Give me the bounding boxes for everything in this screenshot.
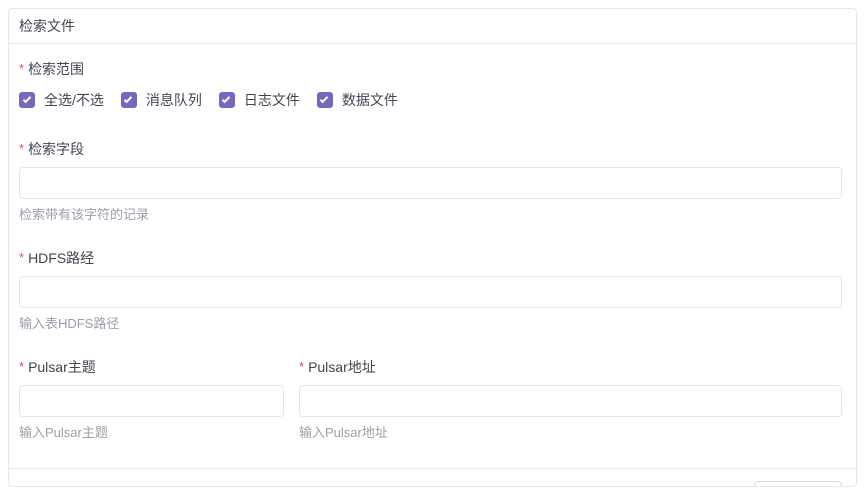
scope-checkbox-group: 全选/不选 消息队列 日志文件 数据文件 [19, 92, 842, 108]
form-item-pulsar-address: * Pulsar地址 输入Pulsar地址 [299, 359, 842, 440]
submit-task-button[interactable]: 提交任务 [754, 481, 842, 487]
required-mark: * [19, 358, 24, 375]
hdfs-path-label: HDFS路经 [28, 250, 94, 267]
checkmark-icon [222, 94, 230, 102]
checkbox-checked-icon [19, 92, 35, 108]
card-footer: 提交任务 [9, 468, 856, 487]
pulsar-address-hint: 输入Pulsar地址 [299, 425, 842, 440]
search-field-label: 检索字段 [28, 141, 84, 158]
form-item-hdfs-path: * HDFS路经 输入表HDFS路径 [19, 250, 842, 331]
checkbox-message-queue[interactable]: 消息队列 [121, 92, 202, 108]
form-item-pulsar-topic: * Pulsar主题 输入Pulsar主题 [19, 359, 284, 440]
required-mark: * [19, 249, 24, 266]
search-files-card: 检索文件 * 检索范围 全选/不选 消息队列 日志文件 [8, 8, 857, 487]
checkbox-label: 数据文件 [342, 92, 398, 108]
checkbox-checked-icon [317, 92, 333, 108]
search-field-hint: 检索带有该字符的记录 [19, 207, 842, 222]
pulsar-topic-label-row: * Pulsar主题 [19, 359, 284, 376]
required-mark: * [19, 140, 24, 157]
form-body: * 检索范围 全选/不选 消息队列 日志文件 数据文件 [9, 44, 856, 468]
checkbox-label: 日志文件 [244, 92, 300, 108]
pulsar-topic-input[interactable] [19, 385, 284, 417]
checkmark-icon [320, 94, 328, 102]
pulsar-address-label-row: * Pulsar地址 [299, 359, 842, 376]
scope-label: 检索范围 [28, 61, 84, 78]
hdfs-path-input[interactable] [19, 276, 842, 308]
pulsar-address-input[interactable] [299, 385, 842, 417]
hdfs-path-label-row: * HDFS路经 [19, 250, 842, 267]
pulsar-topic-label: Pulsar主题 [28, 359, 96, 376]
scope-label-row: * 检索范围 [19, 61, 842, 78]
form-item-search-field: * 检索字段 检索带有该字符的记录 [19, 141, 842, 222]
checkmark-icon [22, 94, 30, 102]
checkbox-select-all[interactable]: 全选/不选 [19, 92, 104, 108]
checkbox-checked-icon [219, 92, 235, 108]
form-item-scope: * 检索范围 全选/不选 消息队列 日志文件 数据文件 [19, 61, 842, 108]
pulsar-row: * Pulsar主题 输入Pulsar主题 * Pulsar地址 输入Pulsa… [19, 359, 842, 468]
page-title: 检索文件 [19, 18, 75, 34]
search-field-label-row: * 检索字段 [19, 141, 842, 158]
card-header: 检索文件 [9, 9, 856, 44]
pulsar-address-label: Pulsar地址 [308, 359, 376, 376]
search-field-input[interactable] [19, 167, 842, 199]
checkbox-log-file[interactable]: 日志文件 [219, 92, 300, 108]
required-mark: * [19, 60, 24, 77]
hdfs-path-hint: 输入表HDFS路径 [19, 316, 842, 331]
pulsar-topic-hint: 输入Pulsar主题 [19, 425, 284, 440]
checkbox-checked-icon [121, 92, 137, 108]
checkbox-label: 消息队列 [146, 92, 202, 108]
required-mark: * [299, 358, 304, 375]
checkbox-data-file[interactable]: 数据文件 [317, 92, 398, 108]
checkbox-label: 全选/不选 [44, 92, 104, 108]
checkmark-icon [124, 94, 132, 102]
